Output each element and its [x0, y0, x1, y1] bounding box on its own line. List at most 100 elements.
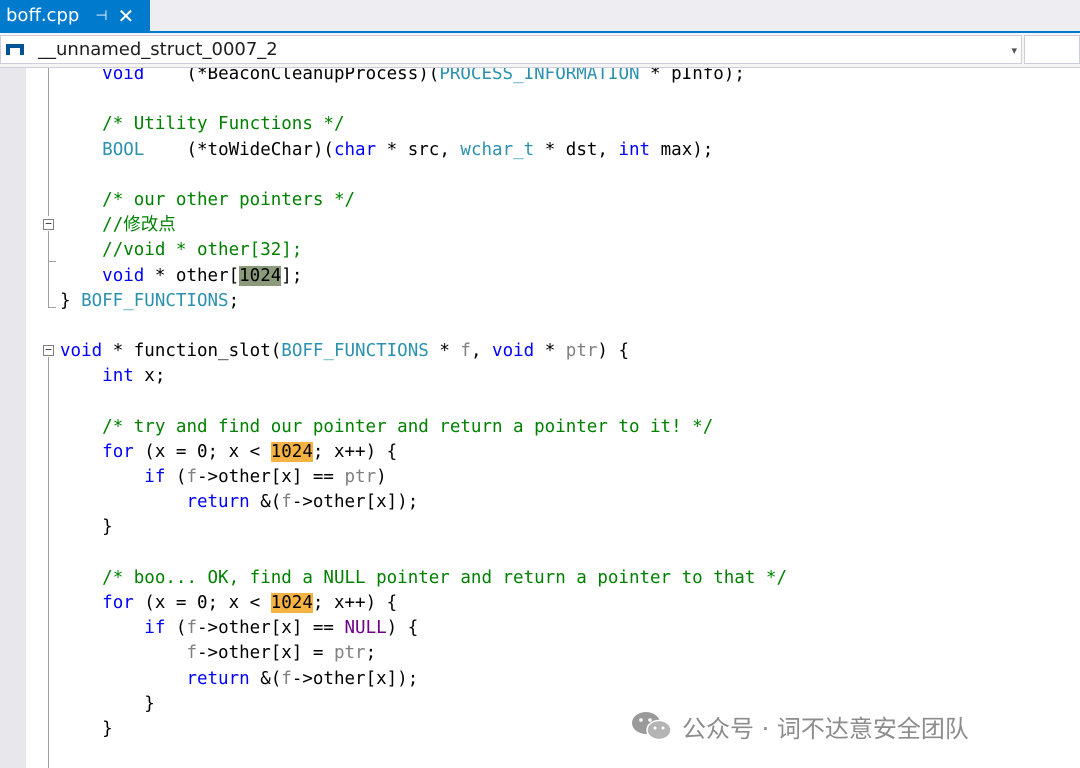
code-token: /* boo... OK, find a NULL pointer and re…	[102, 567, 787, 588]
code-token: ->other[x]);	[291, 492, 419, 513]
code-token: * dst,	[534, 139, 619, 160]
code-line[interactable]: }	[60, 515, 787, 540]
code-line[interactable]	[60, 314, 787, 339]
code-line[interactable]: /* try and find our pointer and return a…	[60, 415, 787, 440]
code-token: return	[186, 668, 250, 689]
code-token: f	[281, 492, 292, 513]
watermark: 公众号 · 词不达意安全团队	[630, 706, 969, 746]
outline-collapse-icon[interactable]: −	[43, 218, 54, 230]
code-line[interactable]: if (f->other[x] == ptr)	[60, 465, 787, 490]
code-token: ptr	[565, 341, 598, 362]
code-token: /* our other pointers */	[102, 189, 356, 210]
code-token: ];	[281, 265, 303, 286]
navigation-bar: __unnamed_struct_0007_2 ▾	[0, 33, 1080, 68]
code-token: return	[186, 492, 250, 513]
code-token: for	[102, 592, 134, 613]
code-token: ; x++) {	[312, 592, 398, 613]
code-line[interactable]: return &(f->other[x]);	[60, 667, 787, 692]
code-token: ,	[470, 341, 493, 362]
code-token: ) {	[386, 618, 419, 639]
code-token: ptr	[333, 643, 366, 664]
code-token: for	[102, 441, 134, 462]
wechat-icon	[632, 712, 672, 741]
code-token: (x = 0; x <	[133, 441, 271, 462]
chevron-down-icon[interactable]: ▾	[1011, 44, 1017, 57]
close-icon[interactable]: ✕	[118, 4, 135, 28]
pin-icon[interactable]: ⊣	[95, 8, 107, 24]
code-token: (x = 0; x <	[133, 592, 271, 613]
code-line[interactable]: /* boo... OK, find a NULL pointer and re…	[60, 566, 787, 591]
code-editor[interactable]: − − void (*BeaconCleanupProcess)(PROCESS…	[0, 68, 1080, 768]
code-line[interactable]: /* our other pointers */	[60, 188, 787, 213]
code-token: ->other[x] ==	[197, 467, 345, 487]
code-token: &(	[249, 492, 282, 513]
code-token: * src,	[376, 139, 461, 160]
code-token: //void * other[32];	[102, 240, 303, 261]
code-token: void	[102, 68, 145, 84]
code-token: char	[333, 139, 377, 160]
code-line[interactable]: if (f->other[x] == NULL) {	[60, 616, 787, 641]
code-line[interactable]: return &(f->other[x]);	[60, 490, 787, 515]
code-line[interactable]	[60, 87, 787, 112]
code-token: ->other[x]);	[291, 668, 419, 689]
code-token: * pInfo);	[639, 68, 745, 84]
code-line[interactable]: for (x = 0; x < 1024; x++) {	[60, 440, 787, 465]
code-token: )	[376, 467, 387, 487]
code-line[interactable]	[60, 389, 787, 414]
code-token: (*toWideChar)(	[144, 139, 334, 160]
code-token: &(	[249, 668, 282, 689]
code-token: /* Utility Functions */	[102, 114, 345, 135]
code-token: 1024	[239, 265, 282, 286]
code-token: BOFF_FUNCTIONS	[81, 290, 229, 311]
scope-dropdown[interactable]: __unnamed_struct_0007_2 ▾	[0, 35, 1022, 64]
code-token: }	[60, 290, 82, 311]
outline-guide	[48, 68, 49, 216]
code-token: (*BeaconCleanupProcess)(	[144, 68, 440, 84]
code-token: }	[60, 517, 113, 538]
code-token: f	[281, 668, 292, 689]
code-line[interactable]: BOOL (*toWideChar)(char * src, wchar_t *…	[60, 138, 787, 163]
code-line[interactable]	[60, 541, 787, 566]
code-token: }	[60, 693, 155, 714]
code-line[interactable]	[60, 163, 787, 188]
code-line[interactable]: int x;	[60, 364, 787, 389]
code-token: f	[460, 341, 471, 362]
outline-guide	[48, 261, 49, 307]
code-line[interactable]: f->other[x] = ptr;	[60, 641, 787, 666]
code-line[interactable]: } BOFF_FUNCTIONS;	[60, 289, 787, 314]
code-line[interactable]: for (x = 0; x < 1024; x++) {	[60, 591, 787, 616]
code-line[interactable]: /* Utility Functions */	[60, 112, 787, 137]
code-token: int	[102, 366, 134, 387]
tab-boff-cpp[interactable]: boff.cpp ⊣ ✕	[0, 0, 150, 31]
code-token: ;	[365, 643, 377, 664]
code-line[interactable]: void * function_slot(BOFF_FUNCTIONS * f,…	[60, 339, 787, 364]
code-token: * other[	[144, 265, 240, 286]
code-token: void	[60, 341, 103, 362]
code-line[interactable]: void * other[1024];	[60, 264, 787, 289]
code-token: max);	[650, 139, 714, 160]
outline-collapse-icon[interactable]: −	[43, 344, 54, 356]
code-line[interactable]: void (*BeaconCleanupProcess)(PROCESS_INF…	[60, 68, 787, 87]
code-token: ->other[x] =	[196, 643, 334, 664]
code-line[interactable]: //void * other[32];	[60, 238, 787, 263]
member-dropdown[interactable]	[1024, 35, 1080, 64]
code-token: wchar_t	[460, 139, 535, 160]
code-token: x;	[133, 366, 166, 387]
code-token: PROCESS_INFORMATION	[439, 68, 640, 84]
code-token: 1024	[270, 441, 313, 462]
code-token: f	[186, 618, 197, 639]
scope-dropdown-value: __unnamed_struct_0007_2	[38, 39, 278, 60]
outline-guide	[48, 357, 49, 768]
code-token: if	[144, 618, 166, 639]
code-token: ptr	[344, 467, 377, 487]
code-text[interactable]: void (*BeaconCleanupProcess)(PROCESS_INF…	[60, 68, 787, 767]
code-line[interactable]: //修改点	[60, 213, 787, 238]
